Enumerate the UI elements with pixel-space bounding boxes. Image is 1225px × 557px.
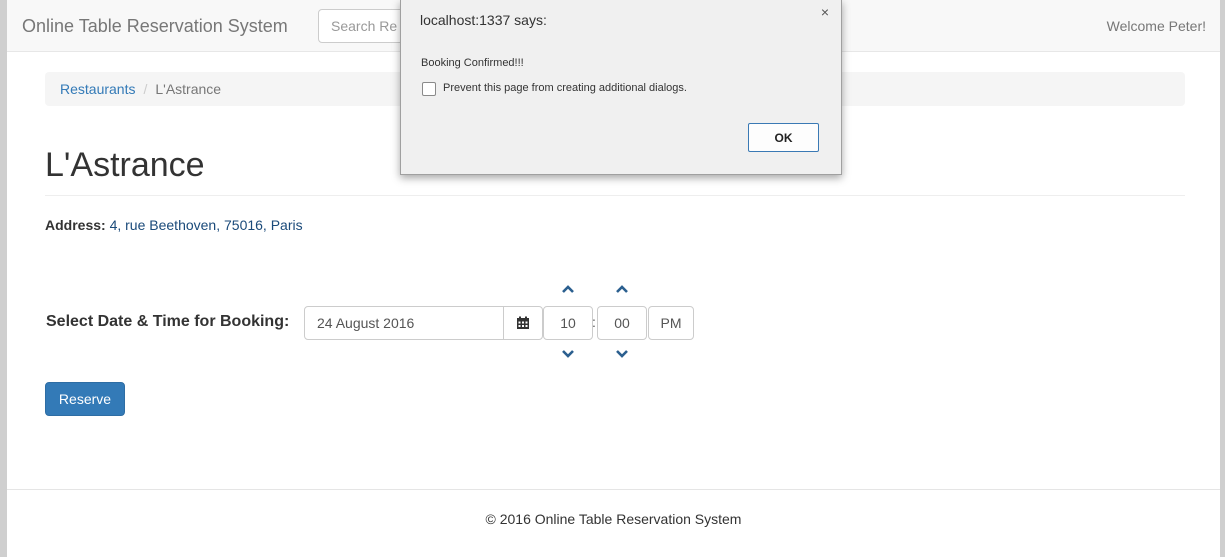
booking-label: Select Date & Time for Booking:: [46, 313, 290, 330]
calendar-button[interactable]: [503, 306, 543, 340]
address-value: 4, rue Beethoven, 75016, Paris: [109, 217, 303, 233]
time-separator: :: [592, 314, 596, 330]
reserve-button[interactable]: Reserve: [45, 382, 125, 416]
address-label: Address:: [45, 217, 106, 233]
chevron-down-icon: [562, 350, 574, 358]
page-title: L'Astrance: [45, 146, 205, 184]
alert-dialog: localhost:1337 says: × Booking Confirmed…: [400, 0, 842, 175]
chevron-up-icon: [562, 285, 574, 293]
footer-copyright: © 2016 Online Table Reservation System: [485, 511, 742, 527]
minutes-decrement-button[interactable]: [613, 347, 631, 361]
welcome-user[interactable]: Welcome Peter!: [1107, 18, 1206, 34]
restaurant-address: Address: 4, rue Beethoven, 75016, Paris: [45, 217, 303, 233]
meridian-toggle-button[interactable]: PM: [648, 306, 694, 340]
dialog-message: Booking Confirmed!!!: [421, 57, 524, 69]
booking-date-input[interactable]: [304, 306, 504, 340]
calendar-icon: [517, 316, 529, 329]
prevent-dialogs-checkbox[interactable]: [422, 82, 436, 96]
chevron-down-icon: [616, 350, 628, 358]
dialog-ok-button[interactable]: OK: [748, 123, 819, 152]
navbar-brand[interactable]: Online Table Reservation System: [22, 16, 288, 37]
prevent-dialogs-label[interactable]: Prevent this page from creating addition…: [443, 82, 687, 94]
footer-divider: [7, 489, 1220, 490]
breadcrumb-restaurants-link[interactable]: Restaurants: [60, 81, 135, 97]
chevron-up-icon: [616, 285, 628, 293]
dialog-title: localhost:1337 says:: [420, 12, 547, 28]
minutes-input[interactable]: [597, 306, 647, 340]
hours-increment-button[interactable]: [559, 282, 577, 296]
close-icon[interactable]: ×: [817, 4, 833, 20]
title-divider: [45, 195, 1185, 196]
hours-decrement-button[interactable]: [559, 347, 577, 361]
minutes-increment-button[interactable]: [613, 282, 631, 296]
breadcrumb-current: L'Astrance: [155, 81, 222, 97]
breadcrumb-separator: /: [143, 81, 148, 97]
browser-viewport: Online Table Reservation System Welcome …: [0, 0, 1225, 557]
hours-input[interactable]: [543, 306, 593, 340]
